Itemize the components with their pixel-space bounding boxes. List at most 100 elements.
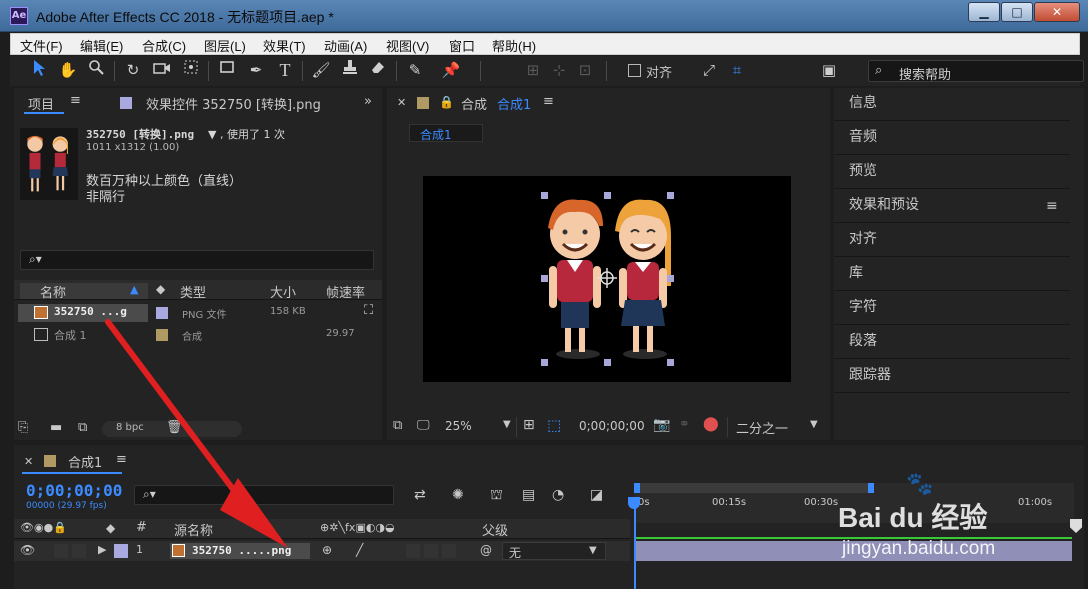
tab-project[interactable]: 项目 xyxy=(28,94,54,113)
solo-toggle[interactable] xyxy=(54,544,68,558)
column-source-name[interactable]: 源名称 xyxy=(174,520,213,539)
local-axis-icon[interactable]: ⊞ xyxy=(522,59,544,81)
eye-icon[interactable]: 👁 xyxy=(20,543,35,557)
hand-tool-icon[interactable]: ✋ xyxy=(57,59,79,81)
panel-preview[interactable]: 预览 xyxy=(834,156,1070,189)
column-size[interactable]: 大小 xyxy=(270,282,296,301)
type-tool-icon[interactable]: T xyxy=(274,59,296,81)
close-tab-icon[interactable]: ✕ xyxy=(24,455,33,468)
lock-toggle[interactable] xyxy=(72,544,86,558)
panel-effects-presets[interactable]: 效果和预设 xyxy=(834,190,1070,223)
mask-visibility-icon[interactable]: ⬚ xyxy=(547,416,561,434)
menu-edit[interactable]: 编辑(E) xyxy=(80,36,123,55)
clone-stamp-tool-icon[interactable] xyxy=(339,59,361,81)
parent-select[interactable]: 无 ▼ xyxy=(502,542,606,560)
tab-effect-controls[interactable]: 效果控件 352750 [转换].png xyxy=(146,94,321,113)
snapshot-icon[interactable]: 📷 xyxy=(653,417,670,433)
camera-tool-icon[interactable] xyxy=(151,59,173,81)
panel-character[interactable]: 字符 xyxy=(834,292,1070,325)
world-axis-icon[interactable]: ⊹ xyxy=(548,59,570,81)
motion-blur-icon[interactable]: ◔ xyxy=(552,487,564,503)
resolution-select[interactable]: 二分之一 ▼ xyxy=(727,417,825,437)
shy-layers-icon[interactable]: ⛫ xyxy=(490,487,503,505)
layer-name[interactable]: 352750 .....png xyxy=(192,544,291,557)
column-parent[interactable]: 父级 xyxy=(482,520,508,539)
panel-info[interactable]: 信息 xyxy=(834,88,1070,121)
column-name[interactable]: 名称 xyxy=(40,282,66,301)
draft-3d-icon[interactable]: ✺ xyxy=(452,487,464,503)
menu-view[interactable]: 视图(V) xyxy=(386,36,429,55)
selection-tool-icon[interactable] xyxy=(28,59,50,81)
column-fps[interactable]: 帧速率 xyxy=(326,282,365,301)
view-axis-icon[interactable]: ⊡ xyxy=(574,59,596,81)
puppet-pin-tool-icon[interactable]: 📌 xyxy=(440,59,462,81)
search-help-field[interactable]: ⌕ 搜索帮助 xyxy=(868,60,1084,83)
layer-duration-bar[interactable] xyxy=(636,541,1072,561)
composition-canvas[interactable] xyxy=(423,176,791,382)
time-ruler[interactable]: 0s 00:15s 00:30s 01:00s xyxy=(634,483,1074,523)
panel-libraries[interactable]: 库 xyxy=(834,258,1070,291)
label-color-swatch[interactable] xyxy=(156,307,168,319)
column-index[interactable]: # xyxy=(136,520,147,535)
comp-breadcrumb[interactable]: 合成1 xyxy=(409,124,483,142)
show-snapshot-icon[interactable]: ⚭ xyxy=(679,417,690,432)
eraser-tool-icon[interactable] xyxy=(367,59,389,81)
lock-icon[interactable]: 🔒 xyxy=(439,95,454,109)
label-tag-icon[interactable]: ◆ xyxy=(156,282,165,296)
sort-ascending-icon[interactable]: ▲ xyxy=(130,283,138,296)
panel-menu-icon[interactable]: ≡ xyxy=(1046,198,1058,214)
rectangle-tool-icon[interactable] xyxy=(216,59,238,81)
rotate-tool-icon[interactable]: ↻ xyxy=(122,59,144,81)
workspace-icon[interactable]: ▣ xyxy=(818,59,840,81)
comp-end-marker[interactable] xyxy=(1070,519,1082,533)
color-channel-icon[interactable]: ⬤ xyxy=(703,416,719,432)
menu-layer[interactable]: 图层(L) xyxy=(204,36,246,55)
brush-tool-icon[interactable]: 🖌 xyxy=(310,59,332,81)
pen-tool-icon[interactable]: ✒ xyxy=(245,59,267,81)
pan-behind-tool-icon[interactable] xyxy=(180,59,202,81)
layer-search-input[interactable]: ⌕▾ xyxy=(134,485,394,505)
close-tab-icon[interactable]: ✕ xyxy=(397,96,406,109)
grid-guides-icon[interactable]: ⊞ xyxy=(523,417,535,433)
work-area-bar[interactable] xyxy=(634,483,874,493)
flowchart-icon[interactable]: ⛶ xyxy=(364,303,373,318)
close-button[interactable]: ✕ xyxy=(1034,2,1080,22)
interpret-footage-icon[interactable]: ⎘ xyxy=(18,420,28,435)
expand-arrow-icon[interactable]: ▶ xyxy=(98,543,106,556)
label-color-swatch[interactable] xyxy=(156,329,168,341)
graph-editor-icon[interactable]: ◪ xyxy=(590,487,603,503)
tab-timeline[interactable]: 合成1 xyxy=(68,452,102,471)
roto-brush-tool-icon[interactable]: ✎ xyxy=(404,59,426,81)
panel-align[interactable]: 对齐 xyxy=(834,224,1070,257)
panel-menu-icon[interactable]: ≡ xyxy=(543,94,554,109)
menu-animation[interactable]: 动画(A) xyxy=(324,36,367,55)
panel-paragraph[interactable]: 段落 xyxy=(834,326,1070,359)
menu-file[interactable]: 文件(F) xyxy=(20,36,63,55)
comp-flowchart-icon[interactable]: ⇄ xyxy=(414,487,426,503)
maximize-button[interactable]: □ xyxy=(1001,2,1033,22)
switch-box[interactable] xyxy=(406,544,420,558)
menu-window[interactable]: 窗口 xyxy=(449,36,475,55)
panel-menu-icon[interactable]: ≡ xyxy=(116,452,127,467)
selected-item-usage[interactable]: ▼ , 使用了 1 次 xyxy=(208,126,285,142)
quality-switch-icon[interactable]: ╱ xyxy=(356,543,363,557)
minimize-button[interactable]: ▁ xyxy=(968,2,1000,22)
menu-help[interactable]: 帮助(H) xyxy=(492,36,536,55)
monitor-icon[interactable]: 🖵 xyxy=(417,418,430,433)
menu-effect[interactable]: 效果(T) xyxy=(263,36,306,55)
zoom-select[interactable]: 25% ▼ xyxy=(439,417,517,437)
tab-composition-name[interactable]: 合成1 xyxy=(497,94,531,113)
playhead-handle[interactable] xyxy=(628,497,640,509)
tab-composition-label[interactable]: 合成 xyxy=(461,94,487,113)
list-item[interactable]: 352750 ...g PNG 文件 158 KB ⛶ xyxy=(14,302,382,324)
list-item[interactable]: 合成 1 合成 29.97 xyxy=(14,324,382,346)
panel-tracker[interactable]: 跟踪器 xyxy=(834,360,1070,393)
layer-row[interactable]: 👁 ▶ 1 352750 .....png ⊕ ╱ @ 无 ▼ xyxy=(14,541,630,561)
menu-composition[interactable]: 合成(C) xyxy=(142,36,186,55)
snap-edge-icon[interactable]: ⤢ xyxy=(698,59,720,81)
bpc-button[interactable]: 8 bpc xyxy=(116,422,144,433)
new-composition-icon[interactable]: ⧉ xyxy=(78,420,87,435)
current-time-display[interactable]: 0;00;00;00 xyxy=(26,481,122,500)
work-area-start[interactable] xyxy=(634,483,640,493)
shy-switch-icon[interactable]: ⊕ xyxy=(322,543,332,557)
